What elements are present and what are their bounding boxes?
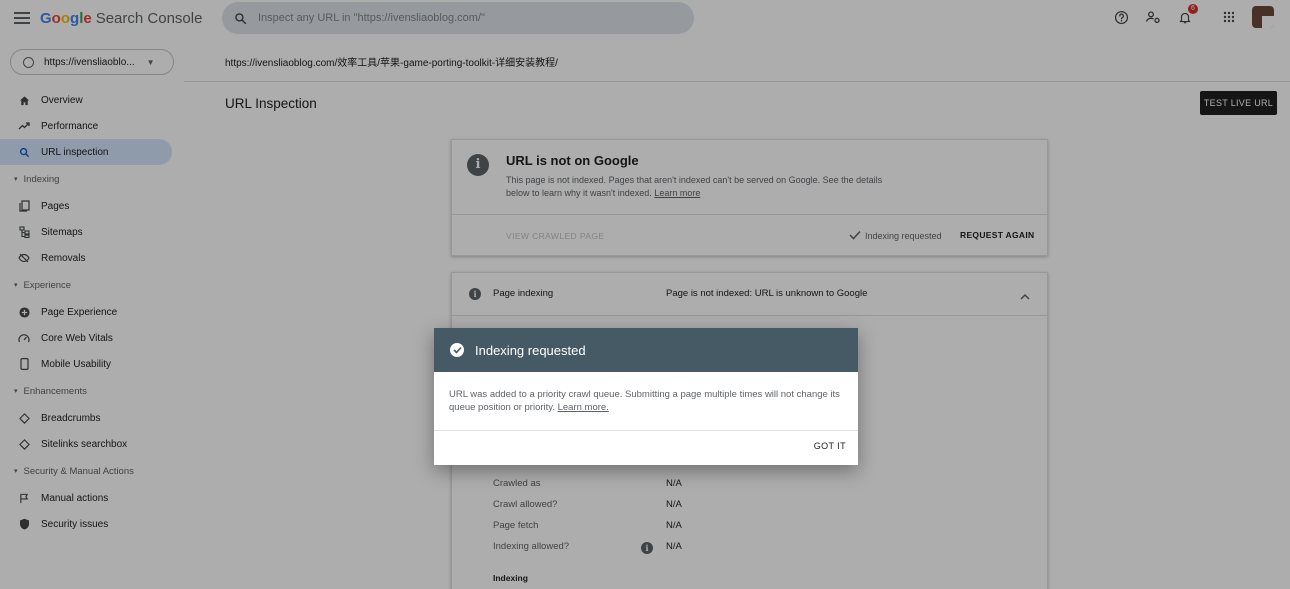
got-it-button[interactable]: GOT IT bbox=[814, 441, 846, 451]
dialog-title: Indexing requested bbox=[475, 342, 586, 358]
check-circle-icon bbox=[450, 343, 464, 357]
dialog-learn-more-link[interactable]: Learn more. bbox=[558, 402, 609, 413]
indexing-requested-dialog: Indexing requested URL was added to a pr… bbox=[434, 328, 858, 465]
dialog-body-text: URL was added to a priority crawl queue.… bbox=[449, 389, 840, 413]
dialog-header: Indexing requested bbox=[434, 328, 858, 372]
dialog-divider bbox=[434, 430, 858, 431]
dialog-body: URL was added to a priority crawl queue.… bbox=[449, 388, 847, 414]
modal-scrim[interactable] bbox=[0, 0, 1290, 589]
